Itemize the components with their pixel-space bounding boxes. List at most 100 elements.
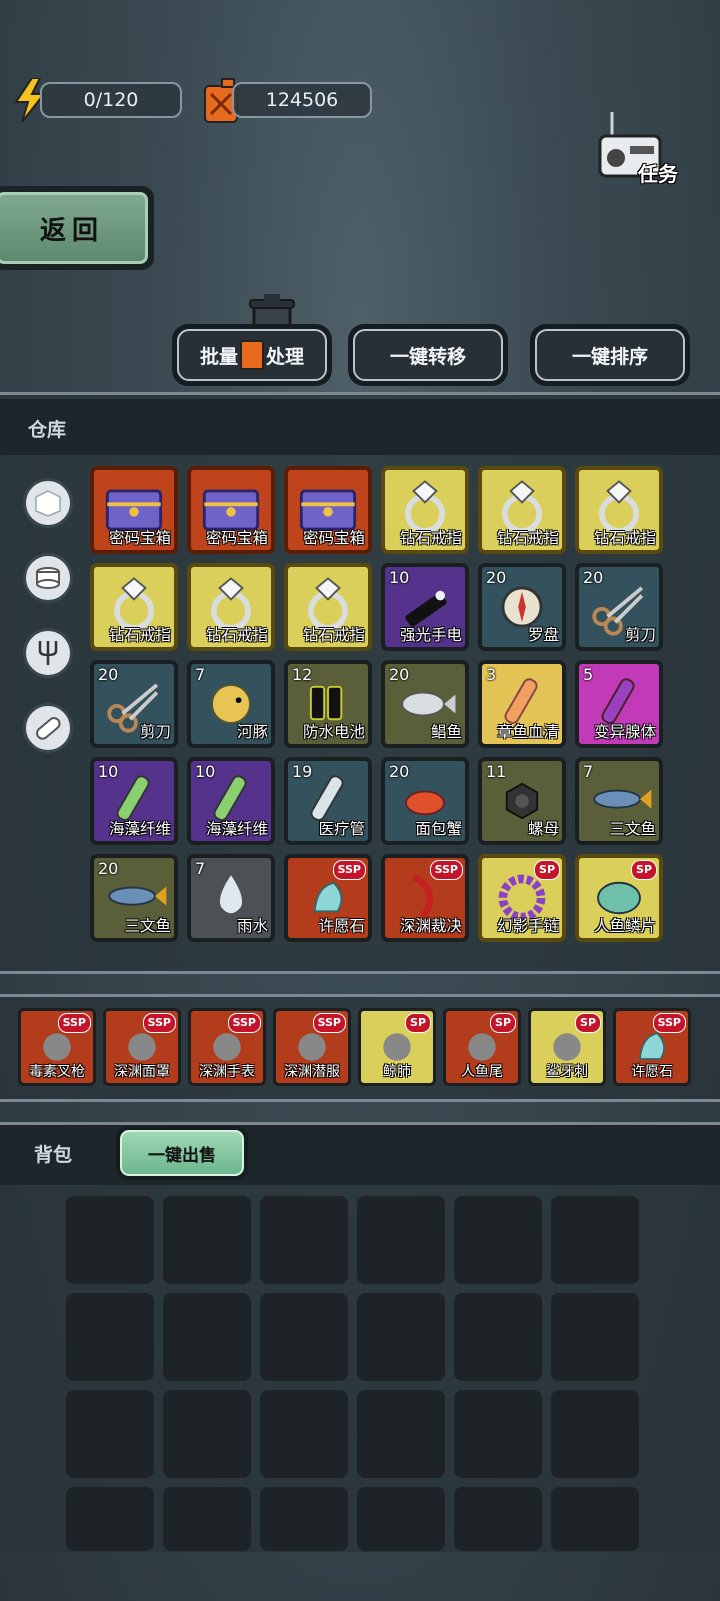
warehouse-item-slot[interactable]: 12 防水电池 (284, 660, 372, 748)
item-quantity: 20 (98, 859, 119, 878)
backpack-slot[interactable] (163, 1390, 251, 1478)
backpack-slot[interactable] (357, 1293, 445, 1381)
backpack-slot[interactable] (66, 1390, 154, 1478)
backpack-slot[interactable] (66, 1487, 154, 1551)
equipment-slot[interactable]: SP 人鱼尾 (443, 1008, 521, 1086)
equipment-slot[interactable]: SP 鲨牙刺 (528, 1008, 606, 1086)
warehouse-item-slot[interactable]: 10 海藻纤维 (90, 757, 178, 845)
warehouse-item-slot[interactable]: 钻石戒指 (90, 563, 178, 651)
item-name: 三文鱼 (124, 917, 171, 935)
warehouse-item-slot[interactable]: 10 海藻纤维 (187, 757, 275, 845)
warehouse-item-slot[interactable]: 钻石戒指 (478, 466, 566, 554)
backpack-slot[interactable] (454, 1196, 542, 1284)
box-icon (35, 490, 61, 517)
warehouse-item-slot[interactable]: 7 河豚 (187, 660, 275, 748)
backpack-slot[interactable] (260, 1293, 348, 1381)
warehouse-item-slot[interactable]: 钻石戒指 (284, 563, 372, 651)
backpack-slot[interactable] (454, 1487, 542, 1551)
warehouse-item-slot[interactable]: 20 三文鱼 (90, 854, 178, 942)
backpack-slot[interactable] (260, 1390, 348, 1478)
category-tab-box[interactable] (23, 478, 73, 528)
rarity-badge: SP (631, 860, 657, 880)
backpack-slot[interactable] (163, 1196, 251, 1284)
equipment-slot[interactable]: SSP 深渊手表 (188, 1008, 266, 1086)
warehouse-item-slot[interactable]: 3 章鱼血清 (478, 660, 566, 748)
transfer-all-button[interactable]: 一键转移 (348, 324, 508, 386)
sort-all-button[interactable]: 一键排序 (530, 324, 690, 386)
task-button[interactable]: 任务 (598, 108, 688, 186)
warehouse-item-slot[interactable]: SP 幻影手链 (478, 854, 566, 942)
category-tab-can[interactable] (23, 553, 73, 603)
fork-icon (38, 641, 58, 665)
item-quantity: 7 (195, 665, 206, 684)
item-name: 钻石戒指 (399, 529, 462, 547)
equipment-slot[interactable]: SSP 许愿石 (613, 1008, 691, 1086)
sell-all-button[interactable]: 一键出售 (116, 1126, 248, 1180)
item-name: 密码宝箱 (108, 529, 171, 547)
warehouse-item-slot[interactable]: 20 剪刀 (575, 563, 663, 651)
rarity-badge: SSP (429, 860, 463, 880)
warehouse-item-slot[interactable]: 19 医疗管 (284, 757, 372, 845)
warehouse-item-slot[interactable]: 10 强光手电 (381, 563, 469, 651)
rarity-badge: SSP (57, 1013, 91, 1033)
backpack-slot[interactable] (163, 1293, 251, 1381)
backpack-slot[interactable] (260, 1487, 348, 1551)
backpack-slot[interactable] (551, 1293, 639, 1381)
item-name: 深渊裁决 (399, 917, 462, 935)
warehouse-item-slot[interactable]: SSP 深渊裁决 (381, 854, 469, 942)
equipment-name: 深渊潜服 (284, 1064, 340, 1080)
warehouse-item-slot[interactable]: 20 鲳鱼 (381, 660, 469, 748)
backpack-slot[interactable] (551, 1196, 639, 1284)
warehouse-item-slot[interactable]: 钻石戒指 (575, 466, 663, 554)
backpack-slot[interactable] (551, 1390, 639, 1478)
equipment-slot[interactable]: SSP 深渊面罩 (103, 1008, 181, 1086)
item-name: 钻石戒指 (108, 626, 171, 644)
warehouse-item-slot[interactable]: 密码宝箱 (284, 466, 372, 554)
item-quantity: 5 (583, 665, 594, 684)
warehouse-item-slot[interactable]: 7 雨水 (187, 854, 275, 942)
rarity-badge: SSP (312, 1013, 346, 1033)
item-name: 幻影手链 (496, 917, 559, 935)
backpack-slot[interactable] (454, 1390, 542, 1478)
warehouse-item-slot[interactable]: SP 人鱼鳞片 (575, 854, 663, 942)
backpack-slot[interactable] (454, 1293, 542, 1381)
warehouse-item-slot[interactable]: 密码宝箱 (187, 466, 275, 554)
backpack-slot[interactable] (66, 1293, 154, 1381)
item-quantity: 19 (292, 762, 313, 781)
equipment-slot[interactable]: SSP 毒素叉枪 (18, 1008, 96, 1086)
item-quantity: 10 (195, 762, 216, 781)
warehouse-item-slot[interactable]: 20 面包蟹 (381, 757, 469, 845)
warehouse-item-slot[interactable]: 钻石戒指 (381, 466, 469, 554)
batch-process-button[interactable]: 批量 处理 (172, 324, 332, 386)
transfer-label: 一键转移 (353, 329, 503, 381)
warehouse-item-slot[interactable]: 密码宝箱 (90, 466, 178, 554)
equipment-slot[interactable]: SSP 深渊潜服 (273, 1008, 351, 1086)
fuel-value: 124506 (265, 89, 339, 111)
warehouse-item-slot[interactable]: 20 剪刀 (90, 660, 178, 748)
item-name: 剪刀 (139, 723, 171, 741)
backpack-slot[interactable] (551, 1487, 639, 1551)
warehouse-item-slot[interactable]: 20 罗盘 (478, 563, 566, 651)
item-name: 人鱼鳞片 (593, 917, 656, 935)
backpack-slot[interactable] (357, 1487, 445, 1551)
backpack-slot[interactable] (163, 1487, 251, 1551)
back-button[interactable]: 返回 (0, 186, 154, 270)
equipment-slot[interactable]: SP 鲸肺 (358, 1008, 436, 1086)
item-name: 雨水 (236, 917, 268, 935)
warehouse-item-slot[interactable]: 5 变异腺体 (575, 660, 663, 748)
fuel-counter: 124506 (232, 82, 372, 118)
backpack-slot[interactable] (260, 1196, 348, 1284)
item-name: 防水电池 (302, 723, 365, 741)
warehouse-item-slot[interactable]: 7 三文鱼 (575, 757, 663, 845)
category-tab-fork[interactable] (23, 628, 73, 678)
warehouse-item-slot[interactable]: 11 螺母 (478, 757, 566, 845)
warehouse-item-slot[interactable]: SSP 许愿石 (284, 854, 372, 942)
backpack-slot[interactable] (66, 1196, 154, 1284)
item-name: 强光手电 (399, 626, 462, 644)
energy-value: 0/120 (83, 89, 139, 111)
backpack-slot[interactable] (357, 1390, 445, 1478)
category-tab-pill[interactable] (23, 703, 73, 753)
warehouse-item-slot[interactable]: 钻石戒指 (187, 563, 275, 651)
backpack-slot[interactable] (357, 1196, 445, 1284)
item-name: 三文鱼 (609, 820, 656, 838)
